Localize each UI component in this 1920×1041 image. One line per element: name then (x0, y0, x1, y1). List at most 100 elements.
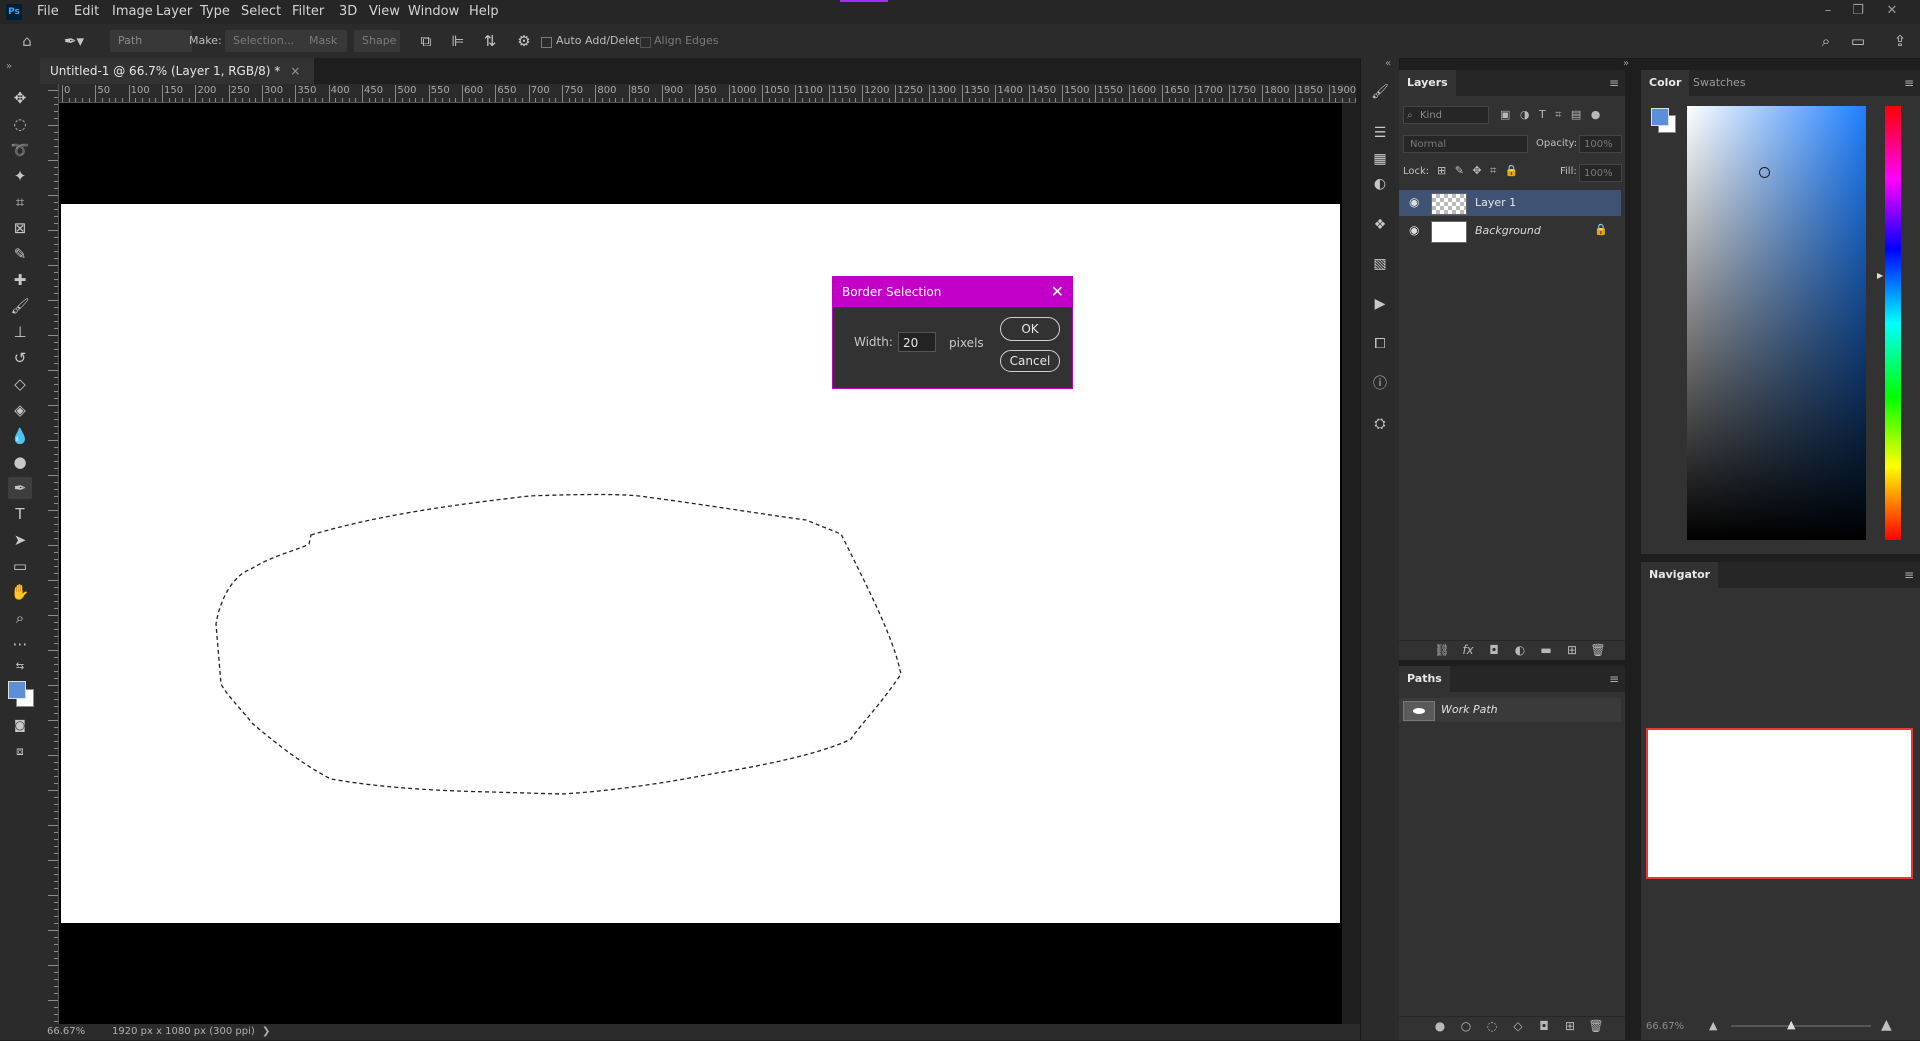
menu-help[interactable]: Help (466, 0, 502, 24)
lock-icons[interactable]: ⊞ ✎ ✥ ⌗ 🔒 (1437, 164, 1537, 178)
zoom-level[interactable]: 66.67% (47, 1024, 85, 1040)
zoom-out-icon[interactable]: ▲ (1709, 1019, 1717, 1032)
menu-image[interactable]: Image (109, 0, 156, 24)
color-menu-icon[interactable]: ≡ (1904, 76, 1914, 90)
styles-icon[interactable]: ◐ (1370, 174, 1390, 194)
zoom-slider-handle[interactable]: ▲ (1787, 1018, 1795, 1031)
menu-view[interactable]: View (366, 0, 403, 24)
layer-name[interactable]: Background (1475, 224, 1541, 237)
layer-row-layer-1[interactable]: ◉ Layer 1 (1399, 190, 1621, 216)
tab-paths[interactable]: Paths (1399, 666, 1450, 692)
close-button[interactable]: ✕ (1880, 0, 1904, 24)
gradient-icon[interactable]: ▧ (1370, 254, 1390, 274)
auto-add-delete-checkbox[interactable] (541, 37, 552, 48)
channels-icon[interactable]: ❖ (1370, 215, 1390, 235)
tab-swatches[interactable]: Swatches (1685, 70, 1754, 96)
zoom-tool-icon[interactable]: ⌕ (8, 607, 32, 629)
frame-tool-icon[interactable]: ⊠ (8, 217, 32, 239)
collapse-strip-icon[interactable]: « (1385, 58, 1391, 69)
path-row-work-path[interactable]: Work Path (1399, 698, 1621, 722)
history-brush-tool-icon[interactable]: ↺ (8, 347, 32, 369)
tab-navigator[interactable]: Navigator (1641, 562, 1719, 588)
add-mask-icon[interactable]: ◘ (1535, 1017, 1553, 1035)
foreground-color-swatch[interactable] (8, 681, 26, 699)
pen-tool-preset-icon[interactable]: ✒▾ (58, 30, 90, 52)
layer-name[interactable]: Layer 1 (1475, 196, 1516, 209)
make-mask-button[interactable]: Mask (301, 30, 347, 52)
zoom-in-icon[interactable]: ▲ (1881, 1017, 1892, 1033)
gear-icon[interactable]: ⚙ (512, 30, 536, 52)
eraser-tool-icon[interactable]: ◇ (8, 373, 32, 395)
add-mask-icon[interactable]: ◘ (1485, 641, 1503, 659)
adjustment-layer-icon[interactable]: ◐ (1511, 641, 1529, 659)
opacity-input[interactable]: 100% (1579, 135, 1622, 153)
link-layers-icon[interactable]: ⛓ (1433, 641, 1451, 659)
navigator-preview[interactable] (1646, 728, 1913, 879)
search-icon[interactable]: ⌕ (1814, 30, 1838, 52)
dialog-titlebar[interactable]: Border Selection ✕ (833, 277, 1072, 307)
pen-tool-icon[interactable]: ✒ (8, 477, 32, 499)
tab-color[interactable]: Color (1641, 70, 1690, 96)
hue-slider-handle-icon[interactable]: ▶ (1877, 271, 1883, 280)
paint-bucket-tool-icon[interactable]: ◈ (8, 399, 32, 421)
screen-mode-icon[interactable]: ⧈ (8, 740, 32, 762)
color-foreground-swatch[interactable] (1651, 108, 1669, 126)
navigator-zoom[interactable]: 66.67% (1646, 1021, 1684, 1032)
fill-path-icon[interactable]: ● (1431, 1017, 1449, 1035)
fill-input[interactable]: 100% (1579, 164, 1622, 182)
home-icon[interactable]: ⌂ (15, 30, 39, 52)
cancel-button[interactable]: Cancel (1000, 350, 1060, 372)
align-edges-checkbox[interactable] (640, 37, 651, 48)
make-work-path-icon[interactable]: ◇ (1509, 1017, 1527, 1035)
menu-select[interactable]: Select (238, 0, 284, 24)
path-operations-icon[interactable]: ⧉ (414, 30, 438, 52)
paths-menu-icon[interactable]: ≡ (1609, 672, 1619, 686)
dialog-close-icon[interactable]: ✕ (1051, 277, 1064, 307)
color-field[interactable] (1687, 106, 1866, 540)
delete-layer-icon[interactable]: 🗑 (1589, 641, 1607, 659)
mode-select[interactable]: Path (110, 30, 192, 52)
info-icon[interactable]: ⓘ (1370, 374, 1390, 394)
swap-colors-icon[interactable]: ⇆ (8, 656, 32, 678)
menu-layer[interactable]: Layer (153, 0, 195, 24)
rectangle-tool-icon[interactable]: ▭ (8, 555, 32, 577)
blend-mode-select[interactable]: Normal (1403, 135, 1528, 153)
hand-tool-icon[interactable]: ✋ (8, 581, 32, 603)
menu-type[interactable]: Type (197, 0, 233, 24)
tab-layers[interactable]: Layers (1399, 70, 1456, 96)
healing-brush-tool-icon[interactable]: ✚ (8, 269, 32, 291)
marquee-tool-icon[interactable]: ◌ (8, 113, 32, 135)
menu-file[interactable]: File (34, 0, 62, 24)
delete-path-icon[interactable]: 🗑 (1587, 1017, 1605, 1035)
path-name[interactable]: Work Path (1441, 703, 1498, 716)
character-icon[interactable]: ⛭ (1370, 414, 1390, 434)
path-arrangement-icon[interactable]: ⇅ (478, 30, 502, 52)
quick-mask-icon[interactable]: ◙ (8, 714, 32, 736)
canvas-area[interactable] (59, 103, 1342, 1024)
new-path-icon[interactable]: ⊞ (1561, 1017, 1579, 1035)
eyedropper-tool-icon[interactable]: ✎ (8, 243, 32, 265)
blur-tool-icon[interactable]: 💧 (8, 425, 32, 447)
actions-play-icon[interactable]: ▶ (1370, 294, 1390, 314)
status-menu-arrow-icon[interactable]: ❯ (262, 1024, 270, 1040)
new-layer-icon[interactable]: ⊞ (1563, 641, 1581, 659)
properties-icon[interactable]: ⧠ (1370, 334, 1390, 354)
make-shape-button[interactable]: Shape (354, 30, 400, 52)
width-input[interactable]: 20 (898, 332, 936, 352)
visibility-eye-icon[interactable]: ◉ (1409, 223, 1419, 237)
path-alignment-icon[interactable]: ⊫ (446, 30, 470, 52)
hue-slider[interactable] (1885, 106, 1901, 540)
new-group-icon[interactable]: ▬ (1537, 641, 1555, 659)
kind-filter[interactable]: ⌕ Kind (1403, 106, 1489, 124)
close-tab-icon[interactable]: × (290, 64, 300, 78)
path-selection-tool-icon[interactable]: ➤ (8, 529, 32, 551)
brush-tool-icon[interactable]: 🖌 (8, 295, 32, 317)
make-selection-button[interactable]: Selection... (225, 30, 305, 52)
minimize-button[interactable]: – (1816, 0, 1840, 24)
visibility-eye-icon[interactable]: ◉ (1409, 195, 1419, 209)
adjustments-icon[interactable]: ☰ (1370, 123, 1390, 143)
restore-button[interactable]: ❐ (1846, 0, 1870, 24)
share-icon[interactable]: ⇪ (1888, 30, 1912, 52)
move-tool-icon[interactable]: ✥ (8, 87, 32, 109)
load-selection-icon[interactable]: ◌ (1483, 1017, 1501, 1035)
